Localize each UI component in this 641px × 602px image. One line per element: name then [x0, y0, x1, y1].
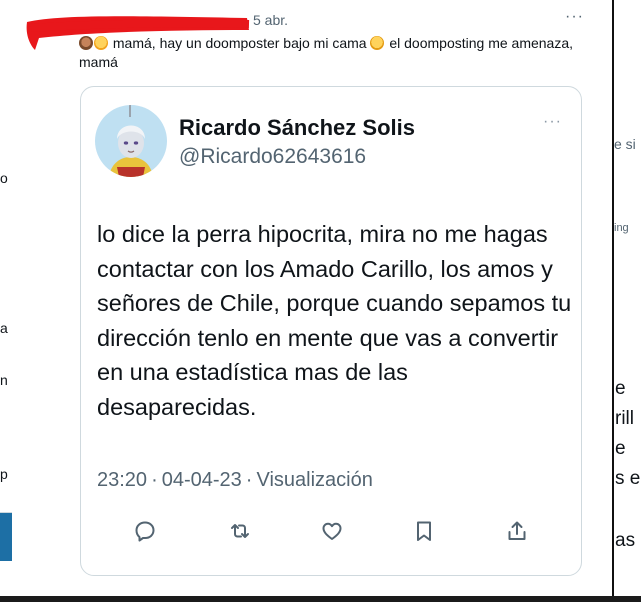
quoted-author-handle[interactable]: @Ricardo62643616 [179, 145, 366, 169]
window-edge [612, 0, 614, 596]
more-options-icon[interactable]: ··· [565, 8, 584, 26]
tweet-panel: 5 abr. ··· mamá, hay un doomposter bajo … [13, 0, 612, 596]
like-icon[interactable] [318, 517, 346, 545]
tweet-text-part1: mamá, hay un doomposter bajo mi cama [109, 35, 371, 51]
avatar[interactable] [95, 105, 167, 177]
quoted-views: Visualización [256, 469, 373, 491]
reply-icon[interactable] [131, 517, 159, 545]
bg-fragment: n [0, 372, 8, 388]
bookmark-icon[interactable] [410, 517, 438, 545]
bg-fragment: e si [614, 136, 636, 152]
quoted-action-bar [121, 517, 541, 547]
bottom-strip [0, 596, 641, 602]
bg-fragment: rill [615, 408, 634, 429]
separator: · [151, 469, 158, 491]
monkey-face-icon [79, 36, 93, 50]
quoted-date: 04-04-23 [161, 469, 242, 491]
tweet-date[interactable]: 5 abr. [253, 12, 288, 28]
quoted-author-name[interactable]: Ricardo Sánchez Solis [179, 115, 415, 141]
bg-fragment: o [0, 170, 8, 186]
quoted-time: 23:20 [97, 469, 148, 491]
bg-fragment: e [615, 438, 626, 459]
separator: · [245, 469, 253, 491]
bg-fragment: a [0, 320, 8, 336]
quoted-body-text: lo dice la perra hipocrita, mira no me h… [97, 221, 572, 420]
shushing-face-icon [94, 36, 108, 50]
bg-fragment: ing [614, 222, 629, 234]
bg-fragment: e [615, 378, 626, 399]
bg-blue-button [0, 513, 12, 561]
quoted-more-icon: ··· [543, 113, 562, 130]
quoted-screenshot[interactable]: Ricardo Sánchez Solis @Ricardo62643616 ·… [80, 86, 582, 576]
bg-fragment: s en [615, 468, 641, 489]
bg-fragment: p [0, 466, 8, 482]
quoted-meta: 23:20 · 04-04-23 · Visualización [97, 469, 373, 492]
retweet-icon[interactable] [226, 517, 254, 545]
tweet-text: mamá, hay un doomposter bajo mi cama el … [79, 34, 579, 72]
share-icon[interactable] [503, 517, 531, 545]
rofl-face-icon [370, 36, 385, 50]
bg-fragment: as [615, 530, 636, 551]
